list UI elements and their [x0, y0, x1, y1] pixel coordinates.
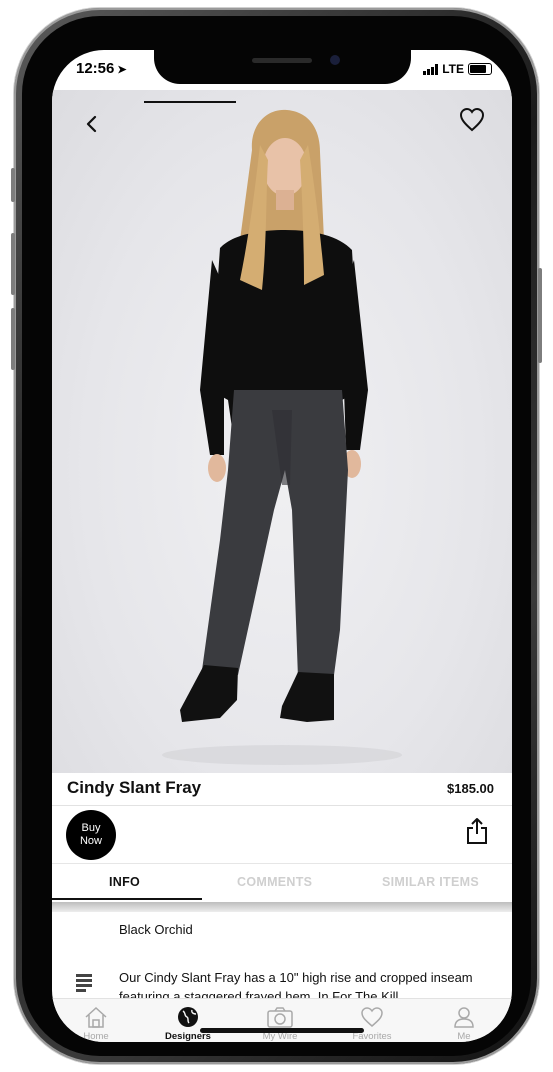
home-icon — [85, 1006, 107, 1028]
favorite-heart-icon[interactable] — [458, 106, 486, 134]
app-screen: 12:56 ➤ LTE Cindy Slant Fray $185.00 Buy… — [52, 50, 512, 1042]
camera-icon — [267, 1007, 293, 1028]
product-title-row: Cindy Slant Fray $185.00 — [52, 773, 512, 806]
product-price: $185.00 — [447, 781, 494, 796]
speaker-grille — [252, 58, 312, 63]
person-icon — [454, 1007, 474, 1028]
buy-now-button[interactable]: Buy Now — [66, 810, 116, 860]
mute-switch — [11, 168, 15, 202]
front-camera — [330, 55, 340, 65]
detail-tabs: INFO COMMENTS SIMILAR ITEMS — [52, 868, 512, 900]
notch — [154, 50, 411, 84]
share-icon[interactable] — [464, 816, 490, 846]
buy-label-line2: Now — [79, 835, 102, 847]
back-chevron-icon[interactable] — [80, 112, 104, 136]
home-indicator[interactable] — [200, 1028, 364, 1033]
status-time: 12:56 ➤ — [76, 60, 127, 77]
model-photo — [162, 109, 402, 765]
buy-label-line1: Buy — [81, 822, 101, 834]
tab-similar-items[interactable]: SIMILAR ITEMS — [382, 875, 479, 889]
nav-me[interactable]: Me — [429, 1005, 499, 1042]
bottom-nav: Home Designers My Wire Favorites Me — [52, 998, 512, 1042]
heart-icon — [361, 1007, 383, 1027]
nav-designers[interactable]: Designers — [153, 1005, 223, 1042]
product-image — [52, 90, 512, 773]
divider — [52, 863, 512, 864]
signal-icon — [423, 63, 439, 75]
nav-my-wire[interactable]: My Wire — [245, 1005, 315, 1042]
network-label: LTE — [442, 62, 464, 76]
battery-icon — [468, 63, 492, 75]
tab-info[interactable]: INFO — [109, 875, 140, 889]
nav-home[interactable]: Home — [61, 1005, 131, 1042]
volume-up-button — [11, 233, 15, 295]
tab-comments[interactable]: COMMENTS — [237, 875, 312, 889]
product-name: Cindy Slant Fray — [67, 778, 202, 797]
nav-me-label: Me — [457, 1031, 471, 1042]
description-icon — [76, 974, 92, 992]
nav-home-label: Home — [83, 1031, 109, 1042]
nav-favorites[interactable]: Favorites — [337, 1005, 407, 1042]
active-tab-indicator — [52, 898, 202, 900]
status-indicators: LTE — [423, 62, 492, 76]
info-panel: Black Orchid Our Cindy Slant Fray has a … — [52, 912, 512, 1000]
side-button — [538, 268, 542, 363]
active-nav-indicator — [144, 101, 236, 103]
product-color: Black Orchid — [119, 922, 193, 937]
tab-separator — [52, 902, 512, 912]
product-description: Our Cindy Slant Fray has a 10" high rise… — [119, 970, 473, 1000]
globe-icon — [178, 1007, 198, 1027]
volume-down-button — [11, 308, 15, 370]
